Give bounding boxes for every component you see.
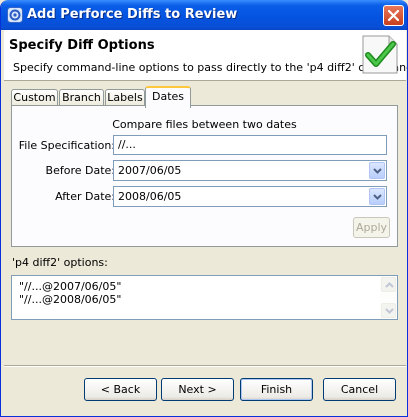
footer-divider xyxy=(4,365,406,366)
dates-caption: Compare files between two dates xyxy=(112,118,297,131)
tab-dates[interactable]: Dates xyxy=(145,86,191,108)
before-date-label: Before Date: xyxy=(45,164,115,177)
after-date-value: 2008/06/05 xyxy=(118,190,182,203)
chevron-down-icon[interactable] xyxy=(369,162,385,179)
options-scrollbar[interactable] xyxy=(380,276,397,319)
page-title: Specify Diff Options xyxy=(9,38,155,53)
before-date-select[interactable]: 2007/06/05 xyxy=(113,160,387,181)
scroll-down-button[interactable] xyxy=(381,303,396,318)
options-line: "//...@2008/06/05" xyxy=(19,293,122,306)
next-button[interactable]: Next > xyxy=(161,378,234,401)
scroll-up-button[interactable] xyxy=(381,277,396,292)
header-divider xyxy=(4,80,406,81)
green-checkmark-icon xyxy=(359,33,401,75)
chevron-down-icon[interactable] xyxy=(369,188,385,205)
options-label: 'p4 diff2' options: xyxy=(12,256,108,269)
back-button[interactable]: < Back xyxy=(84,378,157,401)
chevron-down-icon xyxy=(385,308,394,314)
dates-panel: Compare files between two dates File Spe… xyxy=(11,105,398,247)
cancel-button[interactable]: Cancel xyxy=(323,378,396,401)
options-line: "//...@2007/06/05" xyxy=(19,280,122,293)
file-spec-input[interactable]: //... xyxy=(113,135,387,155)
after-date-label: After Date: xyxy=(55,190,115,203)
close-button[interactable] xyxy=(383,5,404,26)
close-icon xyxy=(388,10,399,21)
apply-button[interactable]: Apply xyxy=(353,217,390,238)
file-spec-label: File Specification: xyxy=(18,139,115,152)
before-date-value: 2007/06/05 xyxy=(118,164,182,177)
after-date-select[interactable]: 2008/06/05 xyxy=(113,186,387,207)
title-bar[interactable]: Add Perforce Diffs to Review xyxy=(1,0,407,30)
options-textarea[interactable]: "//...@2007/06/05" "//...@2008/06/05" xyxy=(11,275,398,320)
app-icon xyxy=(7,7,23,23)
page-description: Specify command-line options to pass dir… xyxy=(13,61,408,74)
finish-button[interactable]: Finish xyxy=(240,378,313,401)
chevron-up-icon xyxy=(385,282,394,288)
wizard-header: Specify Diff Options Specify command-lin… xyxy=(4,30,408,80)
window-title: Add Perforce Diffs to Review xyxy=(27,7,238,22)
dialog-window: Add Perforce Diffs to Review Specify Dif… xyxy=(0,0,408,417)
